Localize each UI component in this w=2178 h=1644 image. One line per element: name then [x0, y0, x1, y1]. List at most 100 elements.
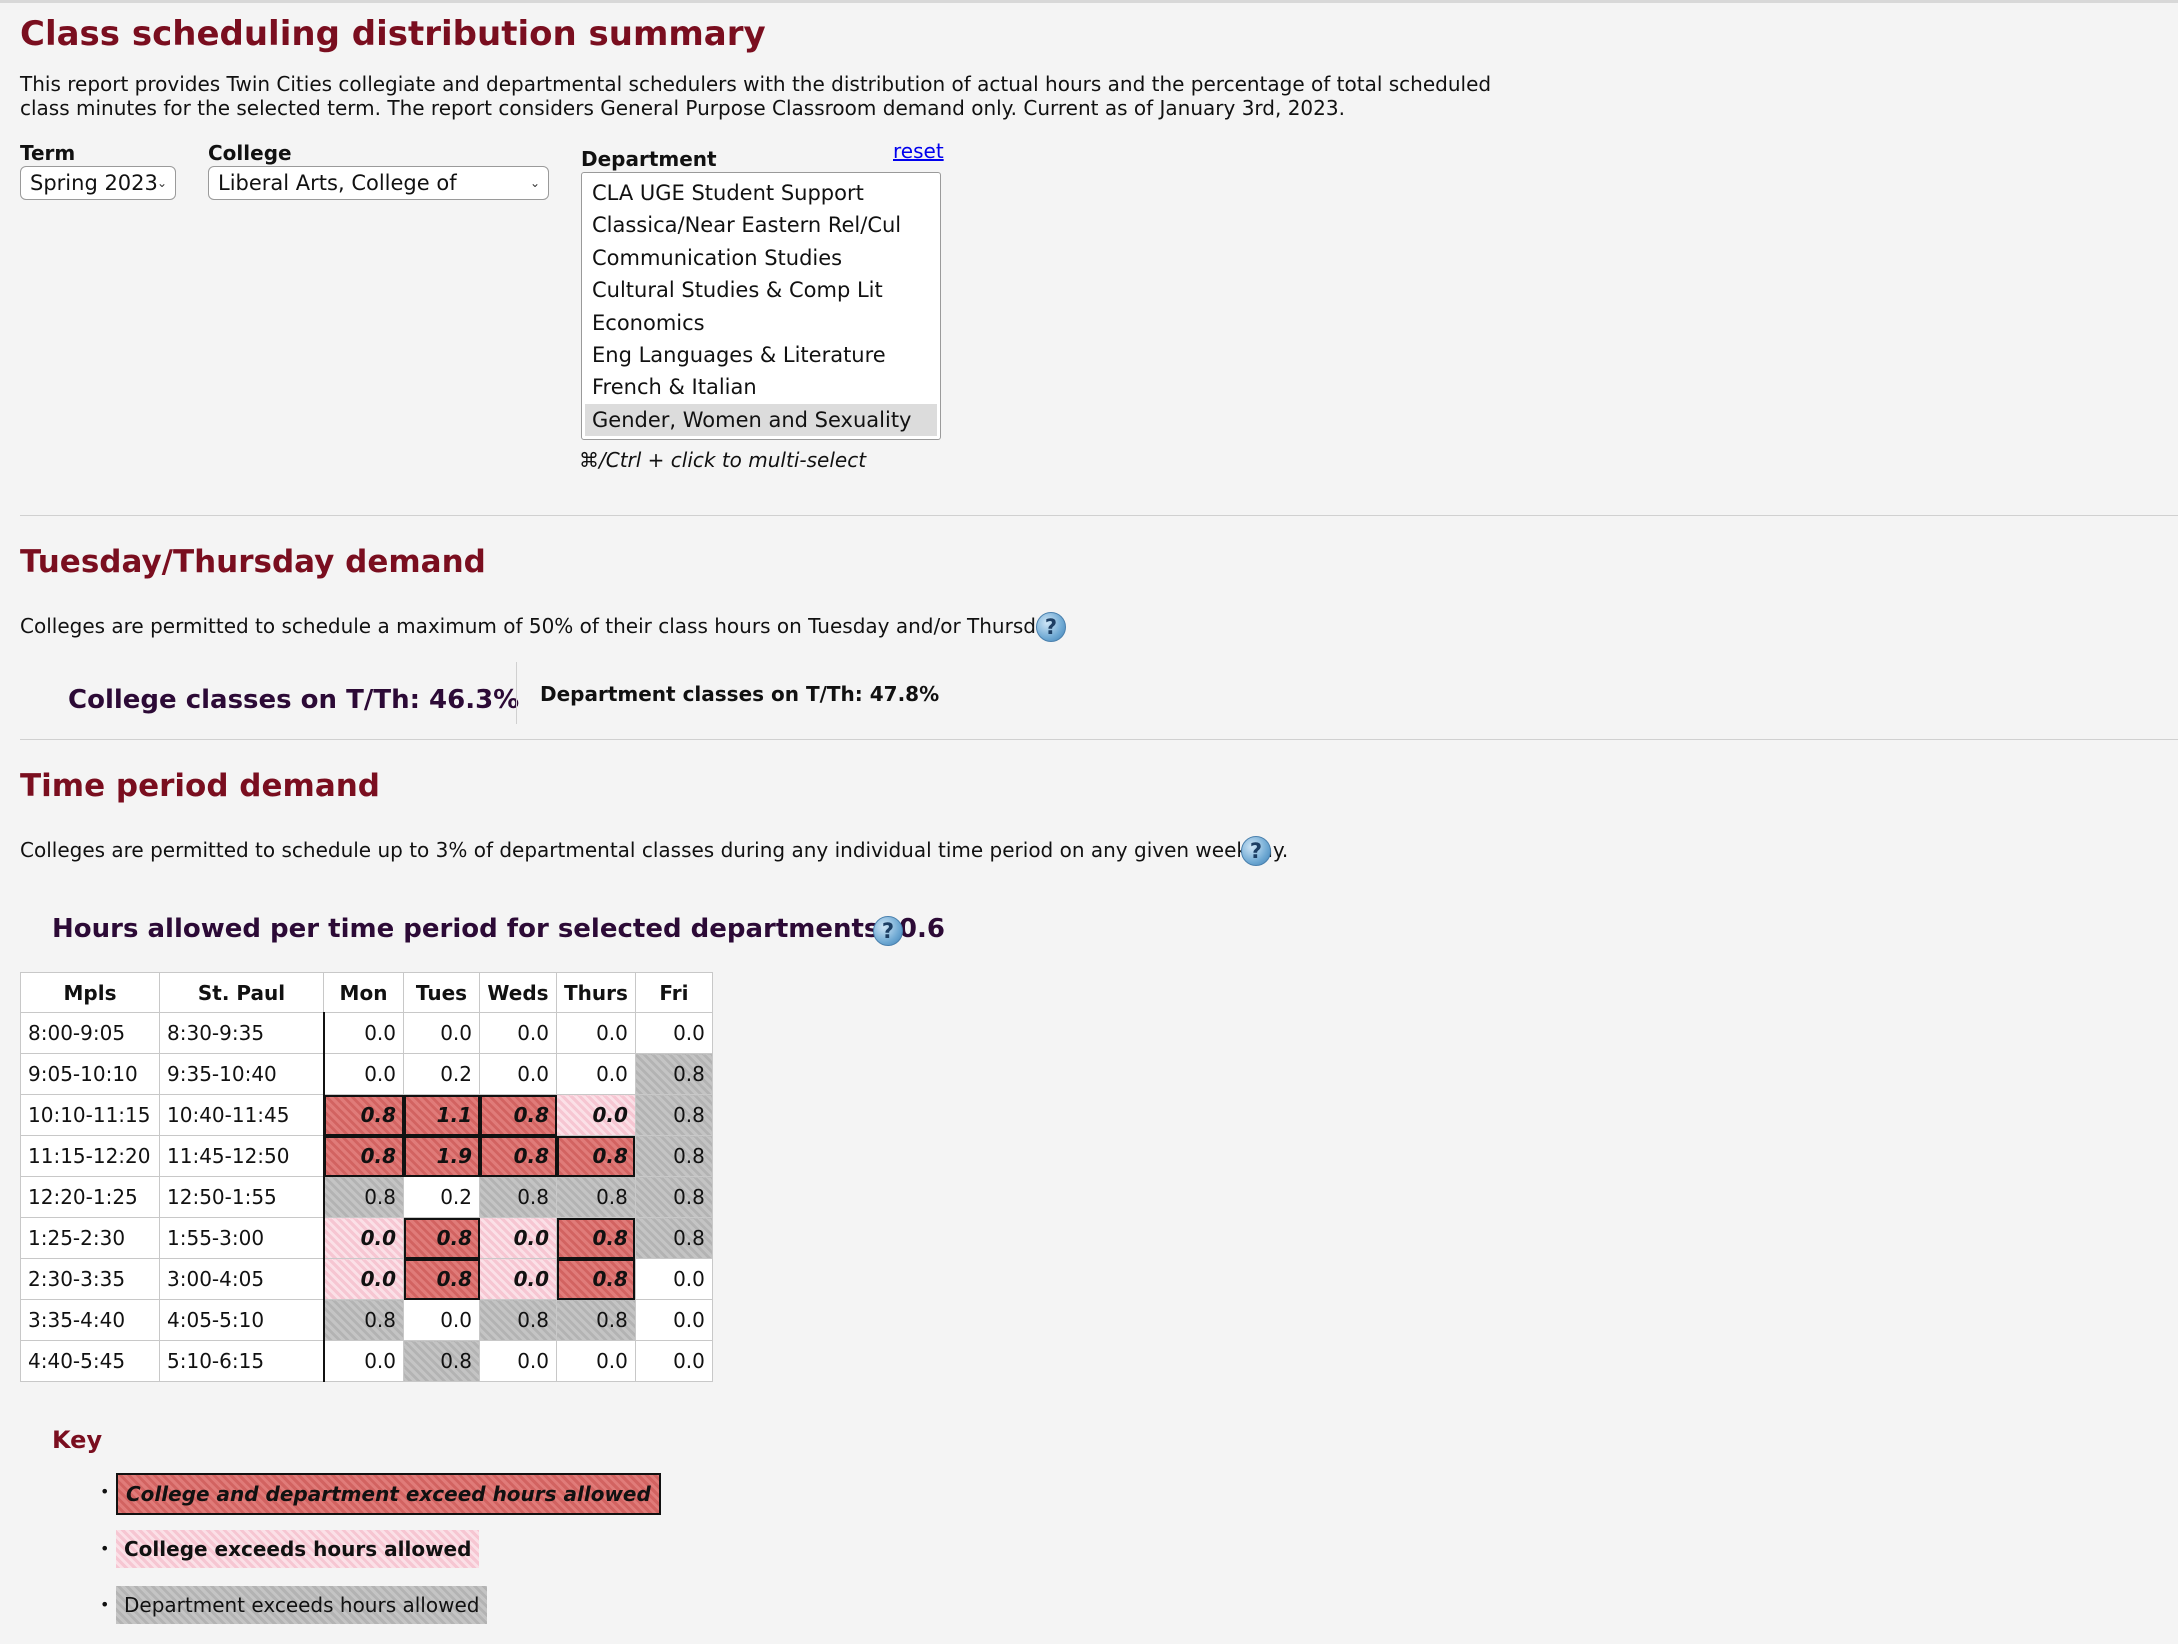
- table-row: 2:30-3:35 3:00-4:05 0.0 0.8 0.0 0.8 0.0: [20, 1258, 713, 1300]
- table-row: 4:40-5:45 5:10-6:15 0.0 0.8 0.0 0.0 0.0: [20, 1340, 713, 1382]
- hours-cell: 0.8: [403, 1217, 480, 1259]
- term-select[interactable]: Spring 2023 ⌄: [20, 166, 176, 200]
- hours-cell: 0.8: [634, 1217, 713, 1259]
- hours-cell: 0.0: [479, 1258, 557, 1300]
- department-option[interactable]: CLA UGE Student Support: [585, 177, 937, 209]
- table-row: 1:25-2:30 1:55-3:00 0.0 0.8 0.0 0.8 0.8: [20, 1217, 713, 1259]
- college-label: College: [208, 141, 292, 165]
- hours-cell: 0.8: [479, 1135, 557, 1177]
- time-demand-title: Time period demand: [20, 768, 380, 804]
- department-option[interactable]: Cultural Studies & Comp Lit: [585, 274, 937, 306]
- department-option[interactable]: Gender, Women and Sexuality: [585, 403, 937, 437]
- top-border: [0, 0, 2178, 3]
- department-listbox[interactable]: CLA UGE Student Support Classica/Near Eas…: [581, 172, 941, 440]
- mpls-time-cell: 12:20-1:25: [20, 1176, 160, 1218]
- hours-cell: 0.8: [556, 1258, 636, 1300]
- department-option[interactable]: Communication Studies: [585, 242, 937, 274]
- department-option[interactable]: Economics: [585, 307, 937, 339]
- term-select-value: Spring 2023: [30, 171, 158, 195]
- col-header-tues: Tues: [403, 972, 480, 1013]
- hours-cell: 0.0: [322, 1340, 404, 1382]
- hours-cell: 0.0: [479, 1217, 557, 1259]
- stpaul-time-cell: 10:40-11:45: [159, 1094, 324, 1136]
- stpaul-time-cell: 11:45-12:50: [159, 1135, 324, 1177]
- chevron-down-icon: ⌄: [529, 176, 540, 190]
- time-period-table: Mpls St. Paul Mon Tues Weds Thurs Fri 8:…: [20, 972, 713, 1382]
- college-select[interactable]: Liberal Arts, College of ⌄: [208, 166, 549, 200]
- hours-cell: 0.0: [403, 1012, 480, 1054]
- hours-cell: 0.0: [322, 1258, 404, 1300]
- tt-demand-description: Colleges are permitted to schedule a max…: [20, 614, 1064, 638]
- department-option[interactable]: French & Italian: [585, 371, 937, 403]
- stpaul-time-cell: 1:55-3:00: [159, 1217, 324, 1259]
- hours-cell: 0.8: [634, 1053, 713, 1095]
- table-header-row: Mpls St. Paul Mon Tues Weds Thurs Fri: [20, 972, 713, 1013]
- stpaul-time-cell: 3:00-4:05: [159, 1258, 324, 1300]
- hours-cell: 0.8: [556, 1135, 636, 1177]
- table-row: 9:05-10:10 9:35-10:40 0.0 0.2 0.0 0.0 0.8: [20, 1053, 713, 1095]
- key-swatch-college: College exceeds hours allowed: [116, 1530, 480, 1568]
- mpls-time-cell: 10:10-11:15: [20, 1094, 160, 1136]
- hours-cell: 1.9: [403, 1135, 480, 1177]
- bullet: •: [100, 1539, 110, 1558]
- hours-cell: 0.0: [634, 1258, 713, 1300]
- multi-select-hint: ⌘/Ctrl + click to multi-select: [579, 448, 867, 472]
- stpaul-time-cell: 4:05-5:10: [159, 1299, 324, 1341]
- hours-cell: 0.8: [556, 1217, 636, 1259]
- hours-cell: 0.0: [634, 1340, 713, 1382]
- stat-divider: [516, 662, 517, 724]
- mpls-time-cell: 11:15-12:20: [20, 1135, 160, 1177]
- col-header-stpaul: St. Paul: [159, 972, 324, 1013]
- hours-cell: 0.0: [322, 1217, 404, 1259]
- hours-cell: 0.0: [479, 1340, 557, 1382]
- hours-cell: 0.0: [479, 1053, 557, 1095]
- hours-cell: 0.8: [556, 1299, 636, 1341]
- time-demand-description: Colleges are permitted to schedule up to…: [20, 838, 1289, 862]
- hours-cell: 0.8: [479, 1094, 557, 1136]
- hours-cell: 0.8: [634, 1135, 713, 1177]
- bullet: •: [100, 1482, 110, 1501]
- department-label: Department: [581, 147, 717, 171]
- hours-cell: 0.8: [634, 1094, 713, 1136]
- col-header-fri: Fri: [634, 972, 713, 1013]
- reset-link[interactable]: reset: [893, 139, 944, 163]
- hours-cell: 0.8: [322, 1299, 404, 1341]
- help-question-icon[interactable]: ?: [873, 916, 903, 946]
- chevron-down-icon: ⌄: [156, 176, 167, 190]
- term-label: Term: [20, 141, 76, 165]
- hours-cell: 0.0: [322, 1012, 404, 1054]
- table-row: 11:15-12:20 11:45-12:50 0.8 1.9 0.8 0.8 0.8: [20, 1135, 713, 1177]
- hours-cell: 0.2: [403, 1053, 480, 1095]
- stpaul-time-cell: 12:50-1:55: [159, 1176, 324, 1218]
- hours-cell: 0.0: [322, 1053, 404, 1095]
- col-header-mon: Mon: [323, 972, 404, 1013]
- page-title: Class scheduling distribution summary: [20, 14, 766, 54]
- help-question-icon[interactable]: ?: [1036, 612, 1066, 642]
- college-tt-stat: College classes on T/Th: 46.3%: [68, 685, 520, 715]
- help-question-icon[interactable]: ?: [1241, 836, 1271, 866]
- hours-cell: 0.8: [479, 1176, 557, 1218]
- hours-cell: 0.2: [403, 1176, 480, 1218]
- hours-cell: 0.8: [634, 1176, 713, 1218]
- college-select-value: Liberal Arts, College of: [218, 171, 457, 195]
- hours-cell: 0.0: [479, 1012, 557, 1054]
- hours-cell: 0.8: [479, 1299, 557, 1341]
- table-row: 10:10-11:15 10:40-11:45 0.8 1.1 0.8 0.0 0.8: [20, 1094, 713, 1136]
- department-option[interactable]: Eng Languages & Literature: [585, 339, 937, 371]
- col-header-mpls: Mpls: [20, 972, 160, 1013]
- hours-cell: 0.0: [556, 1340, 636, 1382]
- mpls-time-cell: 3:35-4:40: [20, 1299, 160, 1341]
- table-row: 3:35-4:40 4:05-5:10 0.8 0.0 0.8 0.8 0.0: [20, 1299, 713, 1341]
- col-header-thurs: Thurs: [556, 972, 636, 1013]
- table-row: 8:00-9:05 8:30-9:35 0.0 0.0 0.0 0.0 0.0: [20, 1012, 713, 1054]
- department-option[interactable]: Classica/Near Eastern Rel/Cul: [585, 209, 937, 241]
- col-header-weds: Weds: [479, 972, 557, 1013]
- table-row: 12:20-1:25 12:50-1:55 0.8 0.2 0.8 0.8 0.8: [20, 1176, 713, 1218]
- intro-text: This report provides Twin Cities collegi…: [20, 72, 1492, 120]
- hours-cell: 0.8: [322, 1094, 404, 1136]
- stpaul-time-cell: 8:30-9:35: [159, 1012, 324, 1054]
- hours-cell: 0.0: [403, 1299, 480, 1341]
- hours-cell: 0.8: [403, 1258, 480, 1300]
- mpls-time-cell: 1:25-2:30: [20, 1217, 160, 1259]
- stpaul-time-cell: 5:10-6:15: [159, 1340, 324, 1382]
